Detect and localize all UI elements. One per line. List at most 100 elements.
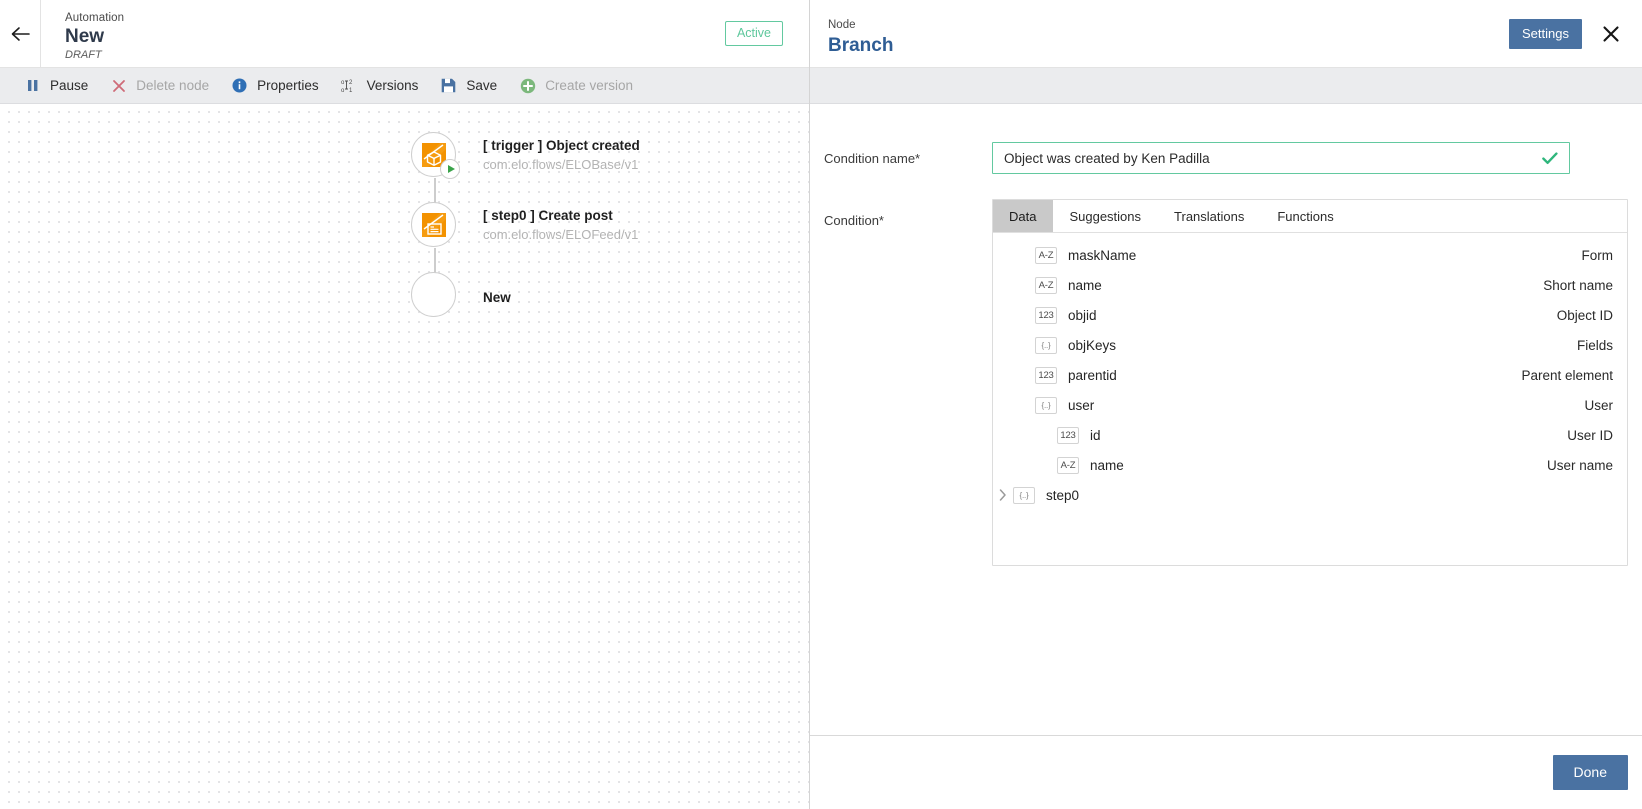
condition-name-label: Condition name* — [824, 151, 921, 166]
status-badge: Active — [724, 21, 783, 46]
flow-node-step0-labels: [ step0 ] Create post com.elo.flows/ELOF… — [483, 202, 638, 244]
expand-chevron-icon[interactable] — [993, 489, 1013, 501]
flow-connector — [434, 178, 436, 203]
type-object-icon: {..} — [1013, 486, 1035, 504]
toolbar-item-pause[interactable]: Pause — [20, 68, 106, 104]
data-tree-row[interactable]: A-Z name User name — [993, 450, 1627, 480]
data-tree-row[interactable]: {..} objKeys Fields — [993, 330, 1627, 360]
svg-text:1: 1 — [349, 88, 353, 93]
type-number-icon: 123 — [1057, 426, 1079, 444]
flow-node-trigger-circle[interactable] — [411, 132, 460, 203]
flow-node-step0-circle[interactable] — [411, 202, 456, 273]
data-tree-key: maskName — [1068, 247, 1137, 263]
tab-functions[interactable]: Functions — [1261, 200, 1350, 232]
tab-translations[interactable]: Translations — [1158, 200, 1261, 232]
flow-node-step0[interactable]: [ step0 ] Create post com.elo.flows/ELOF… — [411, 202, 640, 273]
flow-node-new-circle[interactable] — [411, 272, 456, 317]
flow-node-new[interactable]: New — [411, 272, 640, 322]
node-panel: Node Branch Settings Condition name* Obj… — [810, 0, 1642, 809]
flow-node-title: New — [483, 290, 511, 305]
toolbar-item-save[interactable]: Save — [436, 68, 515, 104]
trigger-play-badge — [440, 159, 460, 179]
node-kicker: Node — [828, 18, 856, 31]
automation-name: New — [65, 26, 105, 47]
flow-canvas[interactable]: [ trigger ] Object created com.elo.flows… — [0, 104, 809, 809]
flow-node-trigger[interactable]: [ trigger ] Object created com.elo.flows… — [411, 132, 640, 203]
flow-graph: [ trigger ] Object created com.elo.flows… — [411, 132, 640, 322]
data-tree-key: objKeys — [1068, 337, 1117, 353]
toolbar-label-delete-node: Delete node — [136, 78, 210, 93]
create-post-icon — [421, 212, 446, 237]
data-tree-description: Form — [1581, 247, 1614, 263]
data-tree-row[interactable]: {..} step0 — [993, 480, 1627, 510]
type-object-icon: {..} — [1035, 396, 1057, 414]
tab-suggestions[interactable]: Suggestions — [1053, 200, 1158, 232]
data-tree-description: Parent element — [1521, 367, 1613, 383]
type-string-icon: A-Z — [1035, 246, 1057, 264]
toolbar-item-create-version[interactable]: Create version — [515, 68, 651, 104]
automation-title-block: Automation New DRAFT — [41, 0, 725, 67]
back-button[interactable] — [0, 0, 41, 67]
data-tree-row[interactable]: 123 id User ID — [993, 420, 1627, 450]
node-panel-footer: Done — [810, 735, 1642, 809]
plus-circle-icon — [519, 77, 536, 94]
flow-connector — [434, 248, 436, 273]
toolbar-label-pause: Pause — [50, 78, 89, 93]
node-panel-strip — [810, 68, 1642, 104]
data-tree-row[interactable]: A-Z name Short name — [993, 270, 1627, 300]
data-tree-list[interactable]: A-Z maskName Form A-Z name Short name 123 objid… — [993, 233, 1627, 565]
type-number-icon: 123 — [1035, 366, 1057, 384]
toolbar-item-versions[interactable]: o 2 o 1 Versions — [337, 68, 437, 104]
close-x-icon — [110, 77, 127, 94]
done-button[interactable]: Done — [1552, 755, 1628, 790]
toolbar-item-delete-node[interactable]: Delete node — [106, 68, 227, 104]
toolbar-label-save: Save — [466, 78, 498, 93]
automation-editor: Automation New DRAFT Active Pause Delete… — [0, 0, 1642, 809]
type-string-icon: A-Z — [1035, 276, 1057, 294]
pause-icon — [24, 77, 41, 94]
svg-text:o: o — [341, 80, 345, 86]
type-object-icon: {..} — [1035, 336, 1057, 354]
svg-text:2: 2 — [349, 80, 353, 86]
node-panel-header: Node Branch Settings — [810, 0, 1642, 68]
info-icon — [231, 77, 248, 94]
data-tree-key: name — [1068, 277, 1102, 293]
tab-data[interactable]: Data — [993, 200, 1054, 232]
type-number-icon: 123 — [1035, 306, 1057, 324]
condition-name-control — [992, 142, 1570, 174]
data-tree-description: User name — [1546, 457, 1613, 473]
toolbar-label-properties: Properties — [257, 78, 319, 93]
data-tree-description: User — [1584, 397, 1613, 413]
svg-text:o: o — [341, 88, 345, 93]
flow-node-title: [ step0 ] Create post — [483, 208, 613, 223]
status-badge-wrap: Active — [724, 0, 809, 67]
data-tree-description: Object ID — [1556, 307, 1613, 323]
data-suggestions-panel: Data Suggestions Translations Functions … — [992, 199, 1628, 566]
automation-state: DRAFT — [65, 49, 102, 61]
data-tree-key: step0 — [1046, 487, 1080, 503]
flow-node-new-labels: New — [483, 272, 511, 307]
flow-toolbar: Pause Delete node Properties o 2 o 1 Ver… — [0, 68, 809, 104]
arrow-left-icon — [11, 26, 30, 41]
data-tree-row[interactable]: 123 objid Object ID — [993, 300, 1627, 330]
data-tree-row[interactable]: 123 parentid Parent element — [993, 360, 1627, 390]
type-string-icon: A-Z — [1057, 456, 1079, 474]
condition-label: Condition* — [824, 213, 884, 228]
condition-name-input[interactable] — [992, 142, 1570, 174]
data-tree-row[interactable]: {..} user User — [993, 390, 1627, 420]
data-tree-description: Short name — [1543, 277, 1613, 293]
data-tree-row[interactable]: A-Z maskName Form — [993, 240, 1627, 270]
flow-node-trigger-labels: [ trigger ] Object created com.elo.flows… — [483, 132, 640, 174]
toolbar-item-properties[interactable]: Properties — [227, 68, 337, 104]
close-panel-button[interactable] — [1598, 21, 1624, 47]
node-panel-body: Condition name* Condition* 1 trigge — [810, 104, 1642, 735]
settings-button[interactable]: Settings — [1509, 18, 1582, 49]
flow-header: Automation New DRAFT Active — [0, 0, 809, 68]
data-tree-description: User ID — [1567, 427, 1613, 443]
data-tree-description: Fields — [1576, 337, 1613, 353]
data-tree-key: user — [1068, 397, 1095, 413]
node-title: Branch — [828, 34, 894, 56]
flow-pane: Automation New DRAFT Active Pause Delete… — [0, 0, 810, 809]
data-panel-tabs: Data Suggestions Translations Functions — [993, 200, 1627, 233]
data-tree-key: name — [1090, 457, 1124, 473]
